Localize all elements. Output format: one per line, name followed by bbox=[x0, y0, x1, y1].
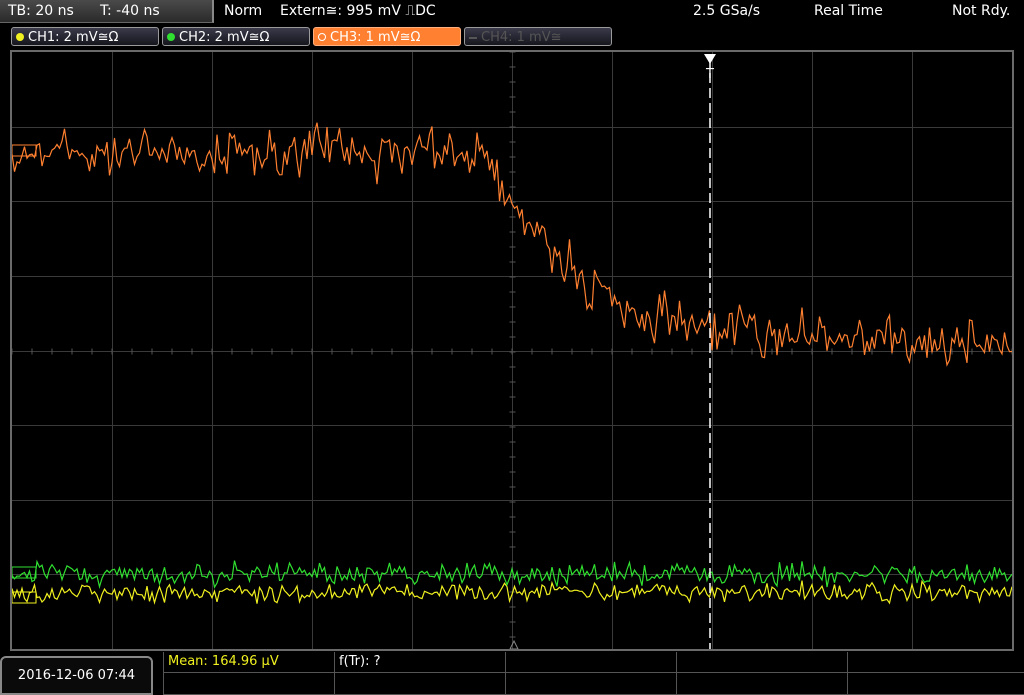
ch1-indicator-icon bbox=[16, 32, 24, 41]
timebase-box[interactable]: TB: 20 ns T: -40 ns bbox=[0, 0, 214, 23]
trigger-position-icon[interactable] bbox=[704, 54, 716, 64]
ch3-indicator-icon bbox=[318, 32, 326, 41]
ch4-label: CH4: 1 mV≅ bbox=[481, 30, 562, 45]
ch2-label: CH2: 2 mV≅Ω bbox=[179, 30, 270, 45]
measurement-slot-4[interactable] bbox=[676, 652, 847, 673]
measurement-slot-6[interactable] bbox=[163, 673, 334, 695]
channel-bar: CH1: 2 mV≅Ω CH2: 2 mV≅Ω CH3: 1 mV≅Ω CH4:… bbox=[0, 25, 1024, 49]
ch1-label: CH1: 2 mV≅Ω bbox=[28, 30, 119, 45]
ch4-tab[interactable]: CH4: 1 mV≅ bbox=[464, 27, 612, 46]
timebase-value[interactable]: TB: 20 ns bbox=[8, 3, 74, 19]
measurement-slot-5[interactable] bbox=[847, 652, 1024, 673]
measurement-slot-8[interactable] bbox=[505, 673, 676, 695]
acquisition-mode: Real Time bbox=[814, 3, 883, 19]
measurement-panel: Mean: 164.96 µV f(Tr): ? bbox=[163, 652, 1024, 695]
time-reference-icon bbox=[509, 639, 519, 649]
trigger-marker-label: T bbox=[705, 67, 714, 82]
trigger-mode[interactable]: Norm bbox=[224, 3, 262, 19]
acquisition-status: Not Rdy. bbox=[952, 3, 1011, 19]
bottom-panel: 2016-12-06 07:44 Mean: 164.96 µV f(Tr): … bbox=[0, 652, 1024, 695]
mean-measurement[interactable]: Mean: 164.96 µV bbox=[163, 652, 334, 673]
graticule bbox=[12, 52, 1012, 649]
ch3-tab[interactable]: CH3: 1 mV≅Ω bbox=[313, 27, 461, 46]
trigger-time-value[interactable]: T: -40 ns bbox=[100, 3, 160, 19]
ch4-indicator-icon bbox=[469, 36, 477, 39]
measurement-slot-7[interactable] bbox=[334, 673, 505, 695]
datetime-display: 2016-12-06 07:44 bbox=[0, 656, 153, 695]
rise-time-measurement[interactable]: f(Tr): ? bbox=[334, 652, 505, 673]
waveform-display[interactable]: T bbox=[12, 52, 1012, 649]
trigger-source[interactable]: Extern≅: 995 mV ⎍DC bbox=[280, 3, 436, 19]
ch3-label: CH3: 1 mV≅Ω bbox=[330, 30, 421, 45]
sample-rate: 2.5 GSa/s bbox=[693, 3, 761, 19]
ch2-tab[interactable]: CH2: 2 mV≅Ω bbox=[162, 27, 310, 46]
ch2-indicator-icon bbox=[167, 32, 175, 41]
measurement-slot-9[interactable] bbox=[676, 673, 847, 695]
measurement-slot-10[interactable] bbox=[847, 673, 1024, 695]
status-bar: TB: 20 ns T: -40 ns Norm Extern≅: 995 mV… bbox=[0, 0, 1024, 24]
measurement-slot-3[interactable] bbox=[505, 652, 676, 673]
ch1-tab[interactable]: CH1: 2 mV≅Ω bbox=[11, 27, 159, 46]
